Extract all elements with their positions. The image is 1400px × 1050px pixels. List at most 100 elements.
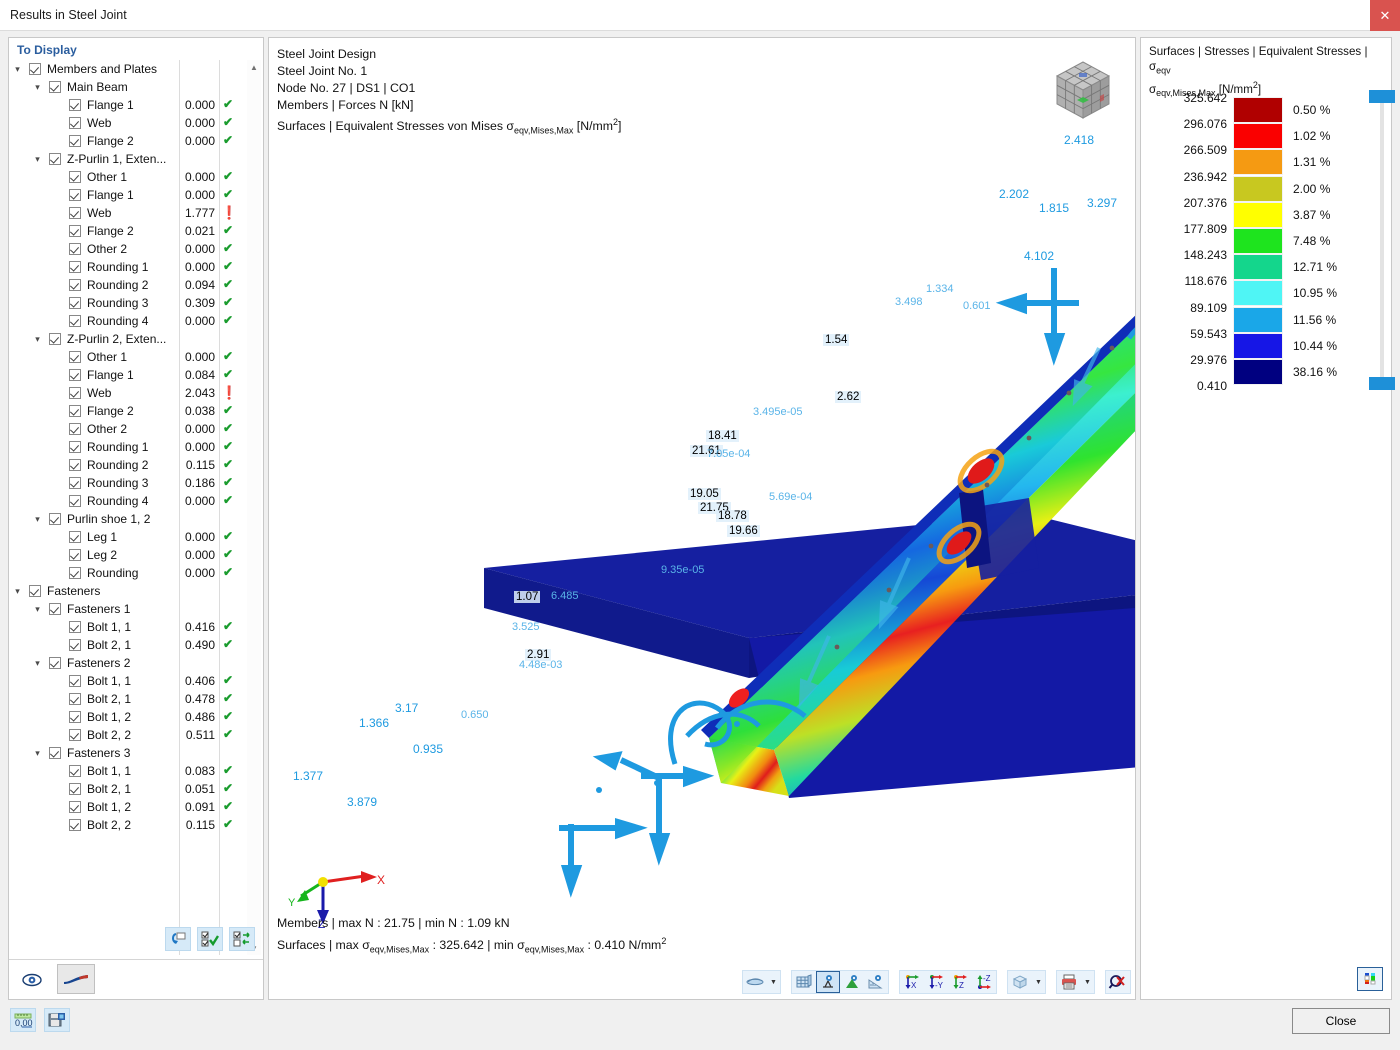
tree-item-checkbox[interactable] [69, 495, 81, 507]
tree-item-checkbox[interactable] [49, 333, 61, 345]
tree-item-checkbox[interactable] [49, 657, 61, 669]
tree-item-checkbox[interactable] [49, 513, 61, 525]
tree-item-rounding-4[interactable]: Rounding 4 0.000 ✔ [9, 312, 263, 330]
chevron-down-icon[interactable]: ▾ [31, 600, 44, 618]
tree-item-bolt-1-1[interactable]: Bolt 1, 1 0.083 ✔ [9, 762, 263, 780]
view-cube[interactable] [1049, 56, 1117, 124]
tree-item-other-2[interactable]: Other 2 0.000 ✔ [9, 240, 263, 258]
visibility-tab[interactable] [17, 968, 47, 992]
close-icon[interactable]: ✕ [1370, 0, 1400, 31]
tree-item-checkbox[interactable] [69, 189, 81, 201]
tree-item-checkbox[interactable] [69, 423, 81, 435]
tree-item-checkbox[interactable] [69, 243, 81, 255]
tree-item-checkbox[interactable] [69, 387, 81, 399]
tree-item-checkbox[interactable] [69, 477, 81, 489]
tree-item-checkbox[interactable] [69, 117, 81, 129]
tree-item-checkbox[interactable] [69, 531, 81, 543]
tree-item-checkbox[interactable] [29, 585, 41, 597]
tree-item-checkbox[interactable] [69, 225, 81, 237]
tree-item-web[interactable]: Web 2.043 ❗ [9, 384, 263, 402]
view-y-button[interactable]: -Y [924, 971, 948, 993]
tree-item-other-1[interactable]: Other 1 0.000 ✔ [9, 168, 263, 186]
invert-selection-button[interactable] [229, 927, 255, 951]
tree-item-flange-1[interactable]: Flange 1 0.084 ✔ [9, 366, 263, 384]
rendering-mode-button[interactable] [743, 971, 767, 993]
tree-item-checkbox[interactable] [69, 261, 81, 273]
tree-item-checkbox[interactable] [69, 351, 81, 363]
view-neg-z-button[interactable]: -Z [972, 971, 996, 993]
tree-item-flange-2[interactable]: Flange 2 0.000 ✔ [9, 132, 263, 150]
tree-item-rounding-3[interactable]: Rounding 3 0.309 ✔ [9, 294, 263, 312]
print-button[interactable] [1057, 971, 1081, 993]
tree-item-rounding[interactable]: Rounding 0.000 ✔ [9, 564, 263, 582]
legend-range-slider[interactable] [1369, 90, 1397, 390]
tree-item-checkbox[interactable] [69, 135, 81, 147]
tree-item-checkbox[interactable] [69, 801, 81, 813]
tree-item-z-purlin-1-exten[interactable]: ▾ Z-Purlin 1, Exten... [9, 150, 263, 168]
check-all-button[interactable] [197, 927, 223, 951]
export-button[interactable] [44, 1008, 70, 1032]
tree-item-bolt-1-1[interactable]: Bolt 1, 1 0.416 ✔ [9, 618, 263, 636]
tree-item-bolt-2-1[interactable]: Bolt 2, 1 0.051 ✔ [9, 780, 263, 798]
tree-item-checkbox[interactable] [69, 441, 81, 453]
mesh-display-button[interactable] [792, 971, 816, 993]
tree-item-bolt-1-2[interactable]: Bolt 1, 2 0.091 ✔ [9, 798, 263, 816]
tree-item-flange-2[interactable]: Flange 2 0.038 ✔ [9, 402, 263, 420]
restore-view-button[interactable] [165, 927, 191, 951]
tree-item-checkbox[interactable] [69, 459, 81, 471]
tree-item-leg-2[interactable]: Leg 2 0.000 ✔ [9, 546, 263, 564]
tree-item-bolt-1-2[interactable]: Bolt 1, 2 0.486 ✔ [9, 708, 263, 726]
tree-item-checkbox[interactable] [69, 171, 81, 183]
chevron-down-icon[interactable]: ▾ [31, 744, 44, 762]
tree-item-bolt-2-1[interactable]: Bolt 2, 1 0.478 ✔ [9, 690, 263, 708]
tree-item-z-purlin-2-exten[interactable]: ▾ Z-Purlin 2, Exten... [9, 330, 263, 348]
isometric-caret-icon[interactable]: ▼ [1032, 971, 1045, 993]
tree-item-checkbox[interactable] [49, 81, 61, 93]
chevron-down-icon[interactable]: ▾ [31, 78, 44, 96]
tree-item-bolt-1-1[interactable]: Bolt 1, 1 0.406 ✔ [9, 672, 263, 690]
tree-item-flange-2[interactable]: Flange 2 0.021 ✔ [9, 222, 263, 240]
view-z-button[interactable]: Z [948, 971, 972, 993]
tree-item-checkbox[interactable] [69, 99, 81, 111]
print-caret-icon[interactable]: ▼ [1081, 971, 1094, 993]
tree-item-fasteners-3[interactable]: ▾ Fasteners 3 [9, 744, 263, 762]
chevron-down-icon[interactable]: ▾ [31, 150, 44, 168]
tree-item-main-beam[interactable]: ▾ Main Beam [9, 78, 263, 96]
tree-item-rounding-1[interactable]: Rounding 1 0.000 ✔ [9, 258, 263, 276]
tree-item-checkbox[interactable] [49, 747, 61, 759]
tree-item-checkbox[interactable] [69, 819, 81, 831]
tree-item-rounding-3[interactable]: Rounding 3 0.186 ✔ [9, 474, 263, 492]
tree-item-checkbox[interactable] [69, 729, 81, 741]
tree-item-flange-1[interactable]: Flange 1 0.000 ✔ [9, 186, 263, 204]
tree-item-checkbox[interactable] [69, 405, 81, 417]
tree-item-checkbox[interactable] [69, 711, 81, 723]
scroll-up-icon[interactable]: ▲ [247, 60, 261, 74]
tree-item-checkbox[interactable] [49, 153, 61, 165]
loads-display-button[interactable] [840, 971, 864, 993]
tree-item-checkbox[interactable] [69, 549, 81, 561]
tree-item-checkbox[interactable] [69, 207, 81, 219]
tree-item-checkbox[interactable] [69, 279, 81, 291]
slider-thumb-max[interactable] [1369, 90, 1395, 103]
tree-item-checkbox[interactable] [69, 675, 81, 687]
decimal-places-button[interactable]: 0,00 [10, 1008, 36, 1032]
tree-item-other-1[interactable]: Other 1 0.000 ✔ [9, 348, 263, 366]
tree-item-rounding-2[interactable]: Rounding 2 0.115 ✔ [9, 456, 263, 474]
slider-thumb-min[interactable] [1369, 377, 1395, 390]
tree-item-checkbox[interactable] [69, 693, 81, 705]
tree-item-checkbox[interactable] [69, 567, 81, 579]
tree-item-fasteners-1[interactable]: ▾ Fasteners 1 [9, 600, 263, 618]
tree-item-web[interactable]: Web 0.000 ✔ [9, 114, 263, 132]
tree-item-bolt-2-1[interactable]: Bolt 2, 1 0.490 ✔ [9, 636, 263, 654]
tree-item-leg-1[interactable]: Leg 1 0.000 ✔ [9, 528, 263, 546]
tree-item-fasteners[interactable]: ▾ Fasteners [9, 582, 263, 600]
legend-options-button[interactable] [1357, 967, 1383, 991]
measure-button[interactable] [864, 971, 888, 993]
tree-item-members-and-plates[interactable]: ▾ Members and Plates [9, 60, 263, 78]
view-x-button[interactable]: X [900, 971, 924, 993]
tree-item-checkbox[interactable] [29, 63, 41, 75]
results-tab[interactable] [57, 964, 95, 994]
tree-item-checkbox[interactable] [69, 369, 81, 381]
isometric-view-button[interactable] [1008, 971, 1032, 993]
zoom-reset-button[interactable] [1106, 971, 1130, 993]
